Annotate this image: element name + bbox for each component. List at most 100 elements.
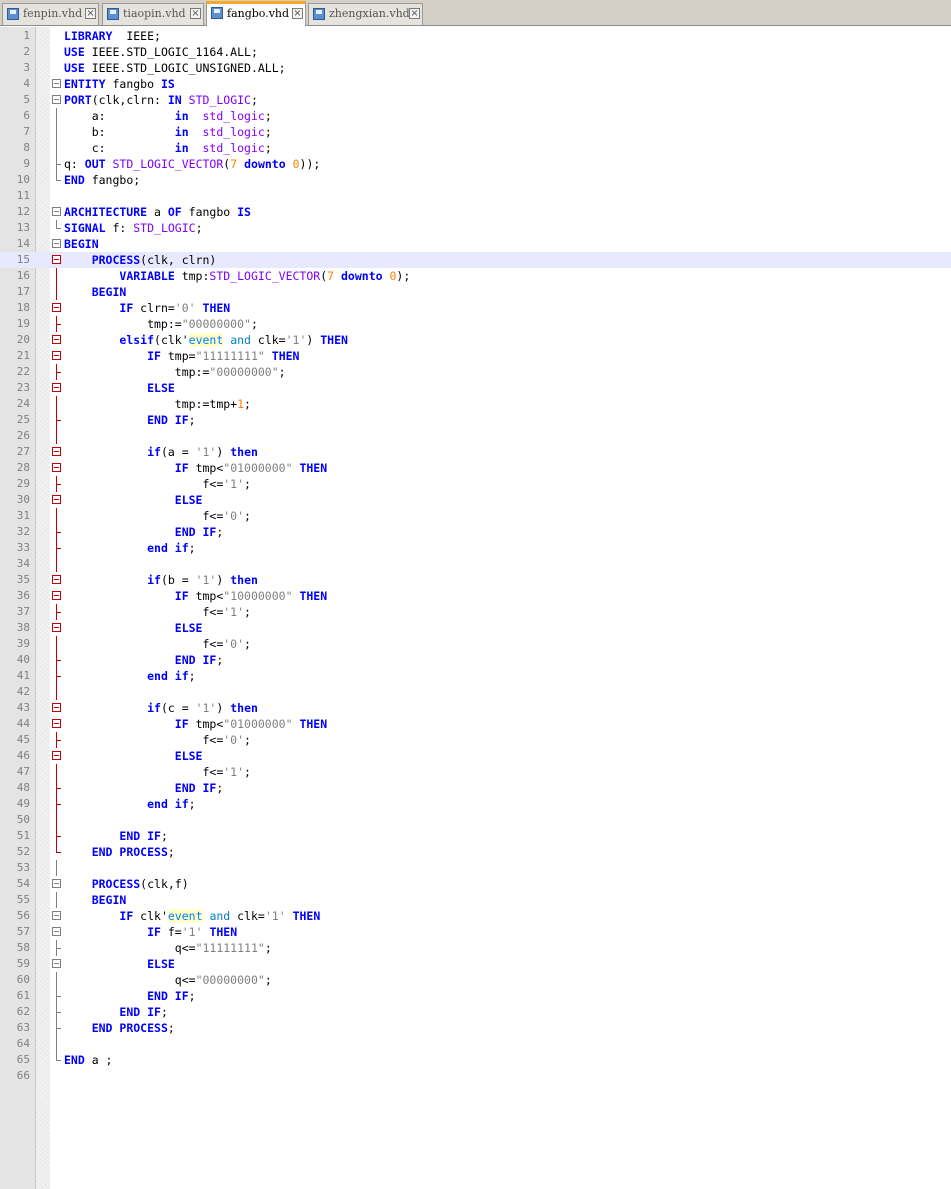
code-line[interactable]: 19 tmp:="00000000"; xyxy=(0,316,951,332)
fold-collapse-icon[interactable] xyxy=(52,255,61,264)
code-line[interactable]: 10END fangbo; xyxy=(0,172,951,188)
fold-collapse-icon[interactable] xyxy=(52,95,61,104)
code-line[interactable]: 30 ELSE xyxy=(0,492,951,508)
fold-collapse-icon[interactable] xyxy=(52,447,61,456)
code-line[interactable]: 26 xyxy=(0,428,951,444)
code-line[interactable]: 51 END IF; xyxy=(0,828,951,844)
fold-collapse-icon[interactable] xyxy=(52,591,61,600)
code-line[interactable]: 62 END IF; xyxy=(0,1004,951,1020)
code-line[interactable]: 21 IF tmp="11111111" THEN xyxy=(0,348,951,364)
code-line[interactable]: 32 END IF; xyxy=(0,524,951,540)
code-editor[interactable]: 1LIBRARY IEEE;2USE IEEE.STD_LOGIC_1164.A… xyxy=(0,28,951,1084)
tab-tiaopin[interactable]: tiaopin.vhd × xyxy=(102,3,204,25)
code-line[interactable]: 42 xyxy=(0,684,951,700)
fold-collapse-icon[interactable] xyxy=(52,79,61,88)
code-line[interactable]: 63 END PROCESS; xyxy=(0,1020,951,1036)
fold-collapse-icon[interactable] xyxy=(52,335,61,344)
code-line[interactable]: 49 end if; xyxy=(0,796,951,812)
code-line[interactable]: 2USE IEEE.STD_LOGIC_1164.ALL; xyxy=(0,44,951,60)
tab-fenpin[interactable]: fenpin.vhd × xyxy=(2,3,99,25)
close-icon[interactable]: × xyxy=(292,8,303,19)
code-line[interactable]: 12ARCHITECTURE a OF fangbo IS xyxy=(0,204,951,220)
code-line[interactable]: 22 tmp:="00000000"; xyxy=(0,364,951,380)
code-line[interactable]: 7 b: in std_logic; xyxy=(0,124,951,140)
code-line[interactable]: 14BEGIN xyxy=(0,236,951,252)
code-line[interactable]: 8 c: in std_logic; xyxy=(0,140,951,156)
fold-collapse-icon[interactable] xyxy=(52,959,61,968)
line-number: 47 xyxy=(0,764,30,780)
code-line[interactable]: 25 END IF; xyxy=(0,412,951,428)
code-line[interactable]: 18 IF clrn='0' THEN xyxy=(0,300,951,316)
tab-zhengxian[interactable]: zhengxian.vhd × xyxy=(308,3,423,25)
fold-collapse-icon[interactable] xyxy=(52,239,61,248)
code-line[interactable]: 50 xyxy=(0,812,951,828)
fold-collapse-icon[interactable] xyxy=(52,495,61,504)
fold-collapse-icon[interactable] xyxy=(52,751,61,760)
tab-fangbo[interactable]: fangbo.vhd × xyxy=(206,1,306,26)
code-line[interactable]: 57 IF f='1' THEN xyxy=(0,924,951,940)
code-line[interactable]: 24 tmp:=tmp+1; xyxy=(0,396,951,412)
code-line[interactable]: 13SIGNAL f: STD_LOGIC; xyxy=(0,220,951,236)
fold-collapse-icon[interactable] xyxy=(52,383,61,392)
code-line[interactable]: 64 xyxy=(0,1036,951,1052)
code-line[interactable]: 15 PROCESS(clk, clrn) xyxy=(0,252,951,268)
code-line[interactable]: 5PORT(clk,clrn: IN STD_LOGIC; xyxy=(0,92,951,108)
code-line[interactable]: 58 q<="11111111"; xyxy=(0,940,951,956)
close-icon[interactable]: × xyxy=(190,8,201,19)
fold-collapse-icon[interactable] xyxy=(52,703,61,712)
code-line[interactable]: 3USE IEEE.STD_LOGIC_UNSIGNED.ALL; xyxy=(0,60,951,76)
fold-collapse-icon[interactable] xyxy=(52,911,61,920)
code-line[interactable]: 37 f<='1'; xyxy=(0,604,951,620)
code-line[interactable]: 48 END IF; xyxy=(0,780,951,796)
code-line[interactable]: 52 END PROCESS; xyxy=(0,844,951,860)
code-line[interactable]: 47 f<='1'; xyxy=(0,764,951,780)
code-line[interactable]: 60 q<="00000000"; xyxy=(0,972,951,988)
code-line[interactable]: 31 f<='0'; xyxy=(0,508,951,524)
code-line[interactable]: 55 BEGIN xyxy=(0,892,951,908)
code-line[interactable]: 33 end if; xyxy=(0,540,951,556)
code-line[interactable]: 39 f<='0'; xyxy=(0,636,951,652)
code-line[interactable]: 38 ELSE xyxy=(0,620,951,636)
fold-collapse-icon[interactable] xyxy=(52,463,61,472)
fold-collapse-icon[interactable] xyxy=(52,623,61,632)
code-text: q: OUT STD_LOGIC_VECTOR(7 downto 0)); xyxy=(64,156,320,172)
code-line[interactable]: 20 elsif(clk'event and clk='1') THEN xyxy=(0,332,951,348)
fold-collapse-icon[interactable] xyxy=(52,207,61,216)
close-icon[interactable]: × xyxy=(85,8,96,19)
code-line[interactable]: 17 BEGIN xyxy=(0,284,951,300)
fold-collapse-icon[interactable] xyxy=(52,879,61,888)
code-line[interactable]: 35 if(b = '1') then xyxy=(0,572,951,588)
code-line[interactable]: 44 IF tmp<"01000000" THEN xyxy=(0,716,951,732)
code-line[interactable]: 65END a ; xyxy=(0,1052,951,1068)
code-line[interactable]: 11 xyxy=(0,188,951,204)
close-icon[interactable]: × xyxy=(409,8,420,19)
code-line[interactable]: 34 xyxy=(0,556,951,572)
code-line[interactable]: 28 IF tmp<"01000000" THEN xyxy=(0,460,951,476)
code-line[interactable]: 43 if(c = '1') then xyxy=(0,700,951,716)
code-line[interactable]: 29 f<='1'; xyxy=(0,476,951,492)
code-line[interactable]: 1LIBRARY IEEE; xyxy=(0,28,951,44)
fold-collapse-icon[interactable] xyxy=(52,303,61,312)
code-line[interactable]: 23 ELSE xyxy=(0,380,951,396)
code-line[interactable]: 54 PROCESS(clk,f) xyxy=(0,876,951,892)
code-line[interactable]: 66 xyxy=(0,1068,951,1084)
code-line[interactable]: 56 IF clk'event and clk='1' THEN xyxy=(0,908,951,924)
fold-collapse-icon[interactable] xyxy=(52,351,61,360)
code-line[interactable]: 6 a: in std_logic; xyxy=(0,108,951,124)
fold-collapse-icon[interactable] xyxy=(52,719,61,728)
code-line[interactable]: 27 if(a = '1') then xyxy=(0,444,951,460)
code-line[interactable]: 53 xyxy=(0,860,951,876)
code-line[interactable]: 41 end if; xyxy=(0,668,951,684)
code-line[interactable]: 4ENTITY fangbo IS xyxy=(0,76,951,92)
code-line[interactable]: 59 ELSE xyxy=(0,956,951,972)
code-line[interactable]: 9q: OUT STD_LOGIC_VECTOR(7 downto 0)); xyxy=(0,156,951,172)
code-line[interactable]: 45 f<='0'; xyxy=(0,732,951,748)
code-line[interactable]: 61 END IF; xyxy=(0,988,951,1004)
code-line[interactable]: 16 VARIABLE tmp:STD_LOGIC_VECTOR(7 downt… xyxy=(0,268,951,284)
fold-collapse-icon[interactable] xyxy=(52,575,61,584)
fold-collapse-icon[interactable] xyxy=(52,927,61,936)
code-line[interactable]: 40 END IF; xyxy=(0,652,951,668)
code-line[interactable]: 46 ELSE xyxy=(0,748,951,764)
code-token: f<= xyxy=(64,637,223,651)
code-line[interactable]: 36 IF tmp<"10000000" THEN xyxy=(0,588,951,604)
